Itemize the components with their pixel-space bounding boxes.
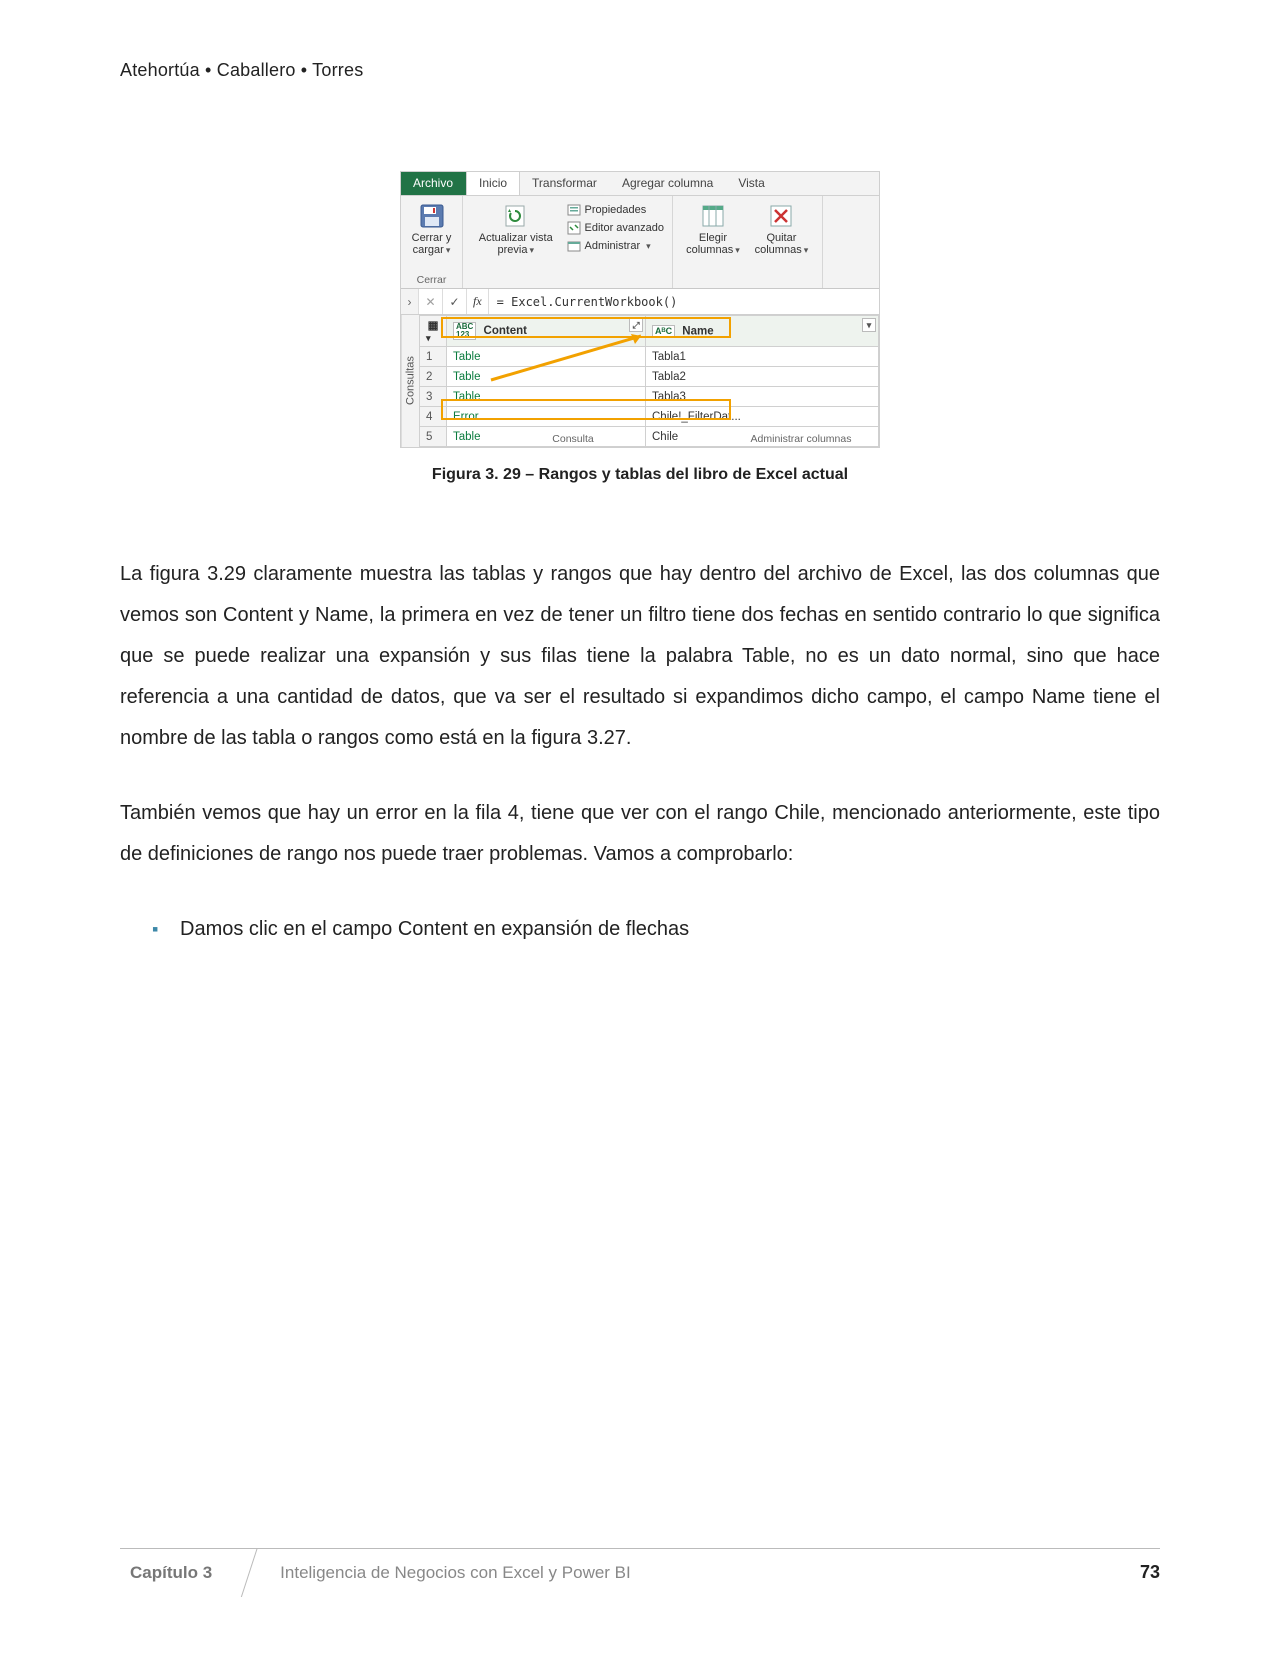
figure-3-29: Archivo Inicio Transformar Agregar colum… bbox=[120, 171, 1160, 484]
advanced-editor-label: Editor avanzado bbox=[585, 222, 665, 234]
content-col-label: Content bbox=[484, 325, 527, 337]
tab-agregar-columna[interactable]: Agregar columna bbox=[610, 172, 726, 195]
formula-accept-button[interactable]: ✓ bbox=[443, 289, 467, 314]
save-disk-icon bbox=[418, 202, 446, 230]
manage-button[interactable]: Administrar bbox=[567, 238, 665, 254]
power-query-window: Archivo Inicio Transformar Agregar colum… bbox=[400, 171, 880, 448]
figure-caption: Figura 3. 29 – Rangos y tablas del libro… bbox=[120, 466, 1160, 484]
formula-input[interactable]: = Excel.CurrentWorkbook() bbox=[489, 289, 879, 314]
tab-inicio[interactable]: Inicio bbox=[466, 172, 520, 195]
table-area: Consultas ▦▾ ABC 123 Content ⤢ bbox=[401, 315, 879, 447]
type-any-icon: ABC 123 bbox=[453, 322, 476, 340]
cell-name[interactable]: Chile!_FilterDat... bbox=[646, 407, 879, 427]
choose-cols-label: Elegir columnas bbox=[683, 232, 743, 256]
remove-columns-icon bbox=[767, 202, 795, 230]
refresh-label: Actualizar vista previa bbox=[473, 232, 559, 256]
data-grid: ▦▾ ABC 123 Content ⤢ AᴮC Name ▾ bbox=[419, 315, 879, 447]
footer-divider bbox=[234, 1549, 262, 1597]
manage-label: Administrar bbox=[585, 240, 641, 252]
row-number: 5 bbox=[420, 427, 447, 447]
group-query-label: Consulta bbox=[473, 433, 673, 445]
table-row[interactable]: 4 Error Chile!_FilterDat... bbox=[420, 407, 879, 427]
properties-label: Propiedades bbox=[585, 204, 647, 216]
cell-name[interactable]: Tabla1 bbox=[646, 347, 879, 367]
close-load-label: Cerrar y cargar bbox=[410, 232, 454, 256]
row-number: 3 bbox=[420, 387, 447, 407]
tab-vista[interactable]: Vista bbox=[726, 172, 777, 195]
group-columns: Elegir columnas Quitar columnas Administ… bbox=[673, 196, 823, 288]
advanced-editor-icon bbox=[567, 221, 581, 235]
filter-dropdown-icon[interactable]: ▾ bbox=[862, 318, 876, 332]
formula-cancel-button[interactable]: ✕ bbox=[419, 289, 443, 314]
footer-page-number: 73 bbox=[1140, 1562, 1160, 1583]
cell-name[interactable]: Tabla2 bbox=[646, 367, 879, 387]
paragraph: También vemos que hay un error en la fil… bbox=[120, 793, 1160, 875]
ribbon-body: Cerrar y cargar Cerrar Actuali bbox=[401, 196, 879, 289]
column-header-content[interactable]: ABC 123 Content ⤢ bbox=[447, 316, 646, 347]
page-footer: Capítulo 3 Inteligencia de Negocios con … bbox=[120, 1548, 1160, 1596]
properties-button[interactable]: Propiedades bbox=[567, 202, 665, 218]
group-consulta: Actualizar vista previa Propiedades bbox=[463, 196, 673, 288]
ribbon-tabs: Archivo Inicio Transformar Agregar colum… bbox=[401, 172, 879, 196]
properties-icon bbox=[567, 203, 581, 217]
table-row[interactable]: 1 Table Tabla1 bbox=[420, 347, 879, 367]
cell-content[interactable]: Table bbox=[447, 347, 646, 367]
group-close-label: Cerrar bbox=[409, 274, 454, 286]
group-cols-label: Administrar columnas bbox=[731, 433, 871, 445]
table-icon: ▦ bbox=[426, 318, 440, 332]
tab-transformar[interactable]: Transformar bbox=[520, 172, 610, 195]
running-head: Atehortúa • Caballero • Torres bbox=[120, 60, 1160, 81]
type-text-icon: AᴮC bbox=[652, 325, 675, 338]
queries-side-tab[interactable]: Consultas bbox=[401, 315, 419, 447]
row-number: 1 bbox=[420, 347, 447, 367]
table-row[interactable]: 3 Table Tabla3 bbox=[420, 387, 879, 407]
name-col-label: Name bbox=[682, 325, 713, 337]
table-row[interactable]: 2 Table Tabla2 bbox=[420, 367, 879, 387]
cell-content-error[interactable]: Error bbox=[447, 407, 646, 427]
row-number: 4 bbox=[420, 407, 447, 427]
remove-cols-label: Quitar columnas bbox=[751, 232, 812, 256]
advanced-editor-button[interactable]: Editor avanzado bbox=[567, 220, 665, 236]
column-header-name[interactable]: AᴮC Name ▾ bbox=[646, 316, 879, 347]
cell-name[interactable]: Tabla3 bbox=[646, 387, 879, 407]
close-and-load-button[interactable]: Cerrar y cargar bbox=[408, 200, 456, 258]
cell-content[interactable]: Table bbox=[447, 367, 646, 387]
footer-chapter: Capítulo 3 bbox=[120, 1563, 234, 1583]
paragraph: La figura 3.29 claramente muestra las ta… bbox=[120, 554, 1160, 759]
manage-icon bbox=[567, 239, 581, 253]
choose-columns-icon bbox=[699, 202, 727, 230]
list-item: Damos clic en el campo Content en expans… bbox=[180, 909, 1160, 950]
fx-icon: fx bbox=[467, 289, 489, 314]
footer-title: Inteligencia de Negocios con Excel y Pow… bbox=[262, 1563, 1140, 1583]
row-number: 2 bbox=[420, 367, 447, 387]
queries-pane-toggle[interactable]: › bbox=[401, 289, 419, 314]
expand-icon[interactable]: ⤢ bbox=[629, 318, 643, 332]
refresh-icon bbox=[502, 202, 530, 230]
formula-bar: › ✕ ✓ fx = Excel.CurrentWorkbook() bbox=[401, 289, 879, 315]
tab-archivo[interactable]: Archivo bbox=[401, 172, 466, 195]
choose-columns-button[interactable]: Elegir columnas bbox=[681, 200, 745, 258]
refresh-preview-button[interactable]: Actualizar vista previa bbox=[471, 200, 561, 258]
group-cerrar: Cerrar y cargar Cerrar bbox=[401, 196, 463, 288]
cell-content[interactable]: Table bbox=[447, 387, 646, 407]
remove-columns-button[interactable]: Quitar columnas bbox=[749, 200, 814, 258]
table-corner[interactable]: ▦▾ bbox=[420, 316, 447, 347]
